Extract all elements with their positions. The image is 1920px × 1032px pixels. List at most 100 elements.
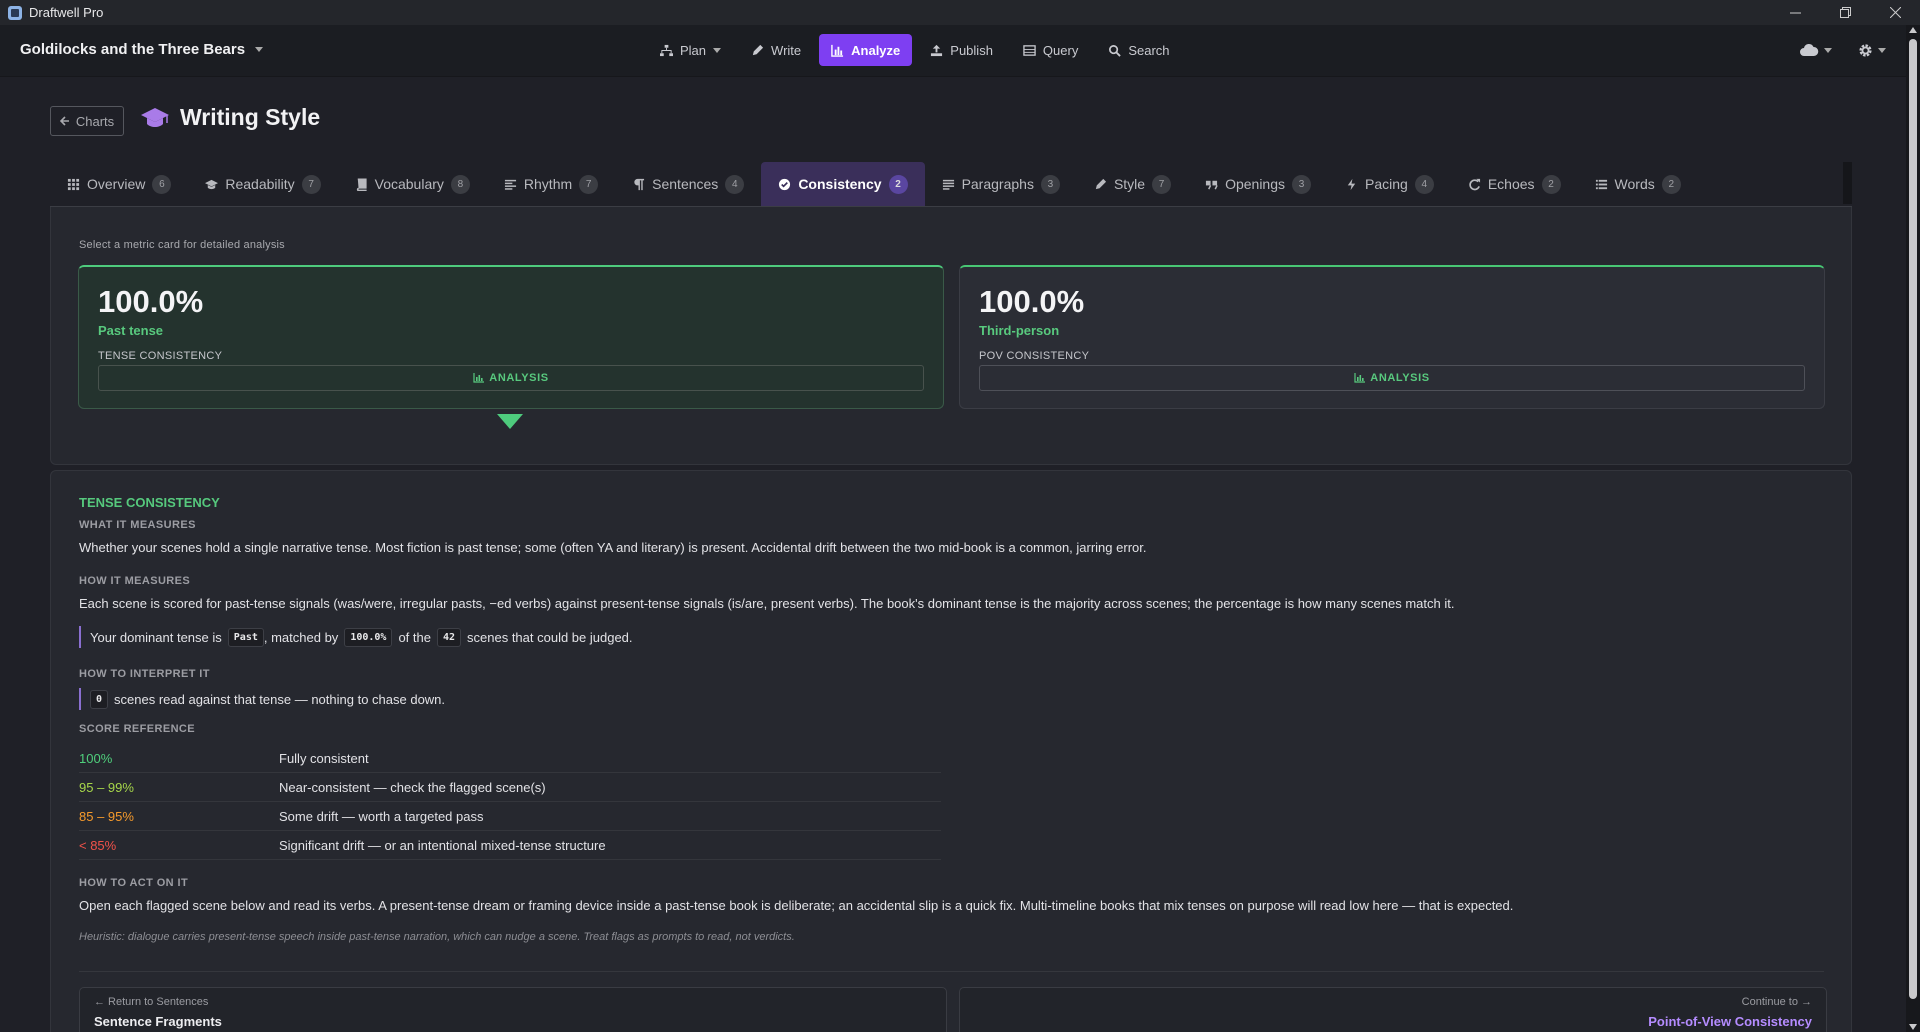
- close-icon[interactable]: [1870, 0, 1920, 25]
- score-range: < 85%: [79, 837, 117, 853]
- document-title-dropdown[interactable]: Goldilocks and the Three Bears: [20, 41, 264, 58]
- nav-analyze-label: Analyze: [851, 42, 901, 58]
- minimize-icon[interactable]: [1770, 0, 1820, 25]
- tab-paragraphs[interactable]: Paragraphs 3: [925, 162, 1077, 206]
- book-icon: [356, 177, 367, 191]
- table-icon: [1023, 44, 1036, 56]
- tab-count-badge: 4: [1414, 174, 1434, 194]
- back-button-label: Charts: [75, 113, 115, 129]
- tab-label: Echoes: [1487, 176, 1535, 192]
- tab-consistency[interactable]: Consistency 2: [761, 162, 925, 206]
- nav-search-button[interactable]: Search: [1096, 34, 1181, 66]
- metric-cards-panel: Select a metric card for detailed analys…: [50, 207, 1852, 465]
- analysis-button[interactable]: ANALYSIS: [979, 365, 1805, 392]
- cloud-sync-dropdown[interactable]: [1799, 35, 1832, 65]
- tab-label: Sentences: [652, 176, 719, 192]
- gear-icon: [1859, 43, 1872, 57]
- page-scrollbar[interactable]: [1906, 25, 1920, 1032]
- tab-count-badge: 3: [1040, 174, 1060, 194]
- nav-publish-label: Publish: [950, 42, 993, 58]
- page-title: Writing Style: [140, 104, 320, 131]
- cloud-icon: [1800, 43, 1819, 56]
- tab-rhythm[interactable]: Rhythm 7: [487, 162, 615, 206]
- flagged-count-code: 0: [90, 689, 109, 709]
- tab-sentences[interactable]: Sentences 4: [615, 162, 761, 206]
- app-logo-icon: [8, 5, 22, 20]
- card-subtitle: Past tense: [98, 323, 164, 339]
- next-metric-link[interactable]: Continue to → Point-of-View Consistency: [959, 987, 1827, 1032]
- scroll-down-arrow[interactable]: [1909, 1024, 1917, 1030]
- tab-vocabulary[interactable]: Vocabulary 8: [338, 162, 487, 206]
- selected-card-pointer: [497, 414, 523, 429]
- nav-query-label: Query: [1042, 42, 1079, 58]
- window-title: Draftwell Pro: [29, 5, 104, 20]
- score-meaning: Some drift — worth a targeted pass: [279, 808, 484, 824]
- nav-analyze-button[interactable]: Analyze: [819, 34, 913, 66]
- pov-consistency-card[interactable]: 100.0% Third-person POV CONSISTENCY ANAL…: [959, 265, 1825, 409]
- table-row: 85 – 95% Some drift — worth a targeted pa…: [79, 802, 941, 831]
- what-it-measures-text: Whether your scenes hold a single narrat…: [79, 540, 1147, 555]
- paragraph-icon: [634, 178, 645, 190]
- dominant-tense-callout: Your dominant tense is Past , matched by…: [79, 626, 633, 648]
- list-icon: [1595, 179, 1607, 189]
- analysis-tabs: Overview 6 Readability 7 Vocabulary 8 Rhyth…: [50, 162, 1852, 207]
- tab-style[interactable]: Style 7: [1077, 162, 1188, 206]
- previous-metric-link[interactable]: ← Return to Sentences Sentence Fragments: [79, 987, 947, 1032]
- tab-label: Overview: [87, 176, 146, 192]
- scenes-count-code: 42: [436, 627, 462, 647]
- card-value: 100.0%: [979, 284, 1085, 319]
- pencil-icon: [752, 44, 764, 55]
- redo-icon: [1469, 178, 1480, 190]
- chevron-down-icon: [255, 47, 264, 52]
- nav-query-button[interactable]: Query: [1011, 34, 1090, 66]
- nav-plan-button[interactable]: Plan: [648, 34, 733, 66]
- score-meaning: Near-consistent — check the flagged scen…: [279, 779, 546, 795]
- scrollbar-thumb[interactable]: [1909, 39, 1917, 999]
- tab-words[interactable]: Words 2: [1578, 162, 1698, 206]
- metric-detail-panel: TENSE CONSISTENCY WHAT IT MEASURES Wheth…: [50, 470, 1852, 1032]
- tab-readability[interactable]: Readability 7: [188, 162, 337, 206]
- tab-echoes[interactable]: Echoes 2: [1451, 162, 1578, 206]
- score-range: 85 – 95%: [79, 808, 134, 824]
- nav-write-button[interactable]: Write: [739, 34, 813, 66]
- tab-pacing[interactable]: Pacing 4: [1328, 162, 1451, 206]
- tab-label: Openings: [1225, 176, 1286, 192]
- table-row: < 85% Significant drift — or an intention…: [79, 831, 941, 860]
- nav-publish-button[interactable]: Publish: [918, 34, 1005, 66]
- scroll-up-arrow[interactable]: [1909, 27, 1917, 33]
- tab-openings[interactable]: Openings 3: [1188, 162, 1328, 206]
- list-icon: [942, 179, 954, 190]
- section-heading: HOW IT MEASURES: [79, 575, 191, 587]
- tab-overview[interactable]: Overview 6: [50, 162, 188, 206]
- window-titlebar: Draftwell Pro: [0, 0, 1920, 25]
- callout-text: of the: [398, 629, 431, 645]
- back-to-charts-button[interactable]: Charts: [50, 106, 124, 136]
- score-range: 100%: [79, 750, 113, 766]
- main-nav: Plan Write Analyze Publish Query Search: [648, 34, 1182, 66]
- align-left-icon: [504, 179, 516, 190]
- heuristic-note: Heuristic: dialogue carries present-tens…: [79, 931, 795, 943]
- tab-label: Consistency: [798, 176, 882, 192]
- percentage-code: 100.0%: [344, 627, 393, 647]
- grid-icon: [67, 178, 80, 190]
- analysis-button-label: ANALYSIS: [489, 372, 549, 385]
- tab-count-badge: 8: [450, 174, 470, 194]
- tab-label: Paragraphs: [961, 176, 1034, 192]
- analysis-button[interactable]: ANALYSIS: [98, 365, 924, 392]
- tab-label: Vocabulary: [374, 176, 444, 192]
- tab-label: Rhythm: [523, 176, 573, 192]
- score-meaning: Significant drift — or an intentional mi…: [279, 837, 606, 853]
- settings-dropdown[interactable]: [1858, 35, 1886, 65]
- bar-chart-icon: [831, 44, 844, 57]
- callout-text: scenes read against that tense — nothing…: [114, 691, 446, 707]
- pencil-icon: [1095, 178, 1107, 189]
- tense-consistency-card[interactable]: 100.0% Past tense TENSE CONSISTENCY ANAL…: [78, 265, 944, 409]
- table-row: 95 – 99% Near-consistent — check the flag…: [79, 773, 941, 802]
- restore-icon[interactable]: [1820, 0, 1870, 25]
- cards-hint: Select a metric card for detailed analys…: [79, 239, 285, 251]
- tab-count-badge: 6: [152, 174, 172, 194]
- next-metric-caption: Continue to →: [1741, 996, 1812, 1008]
- tab-label: Words: [1614, 176, 1655, 192]
- callout-text: , matched by: [263, 629, 339, 645]
- tabs-scrollbar[interactable]: [1843, 162, 1852, 204]
